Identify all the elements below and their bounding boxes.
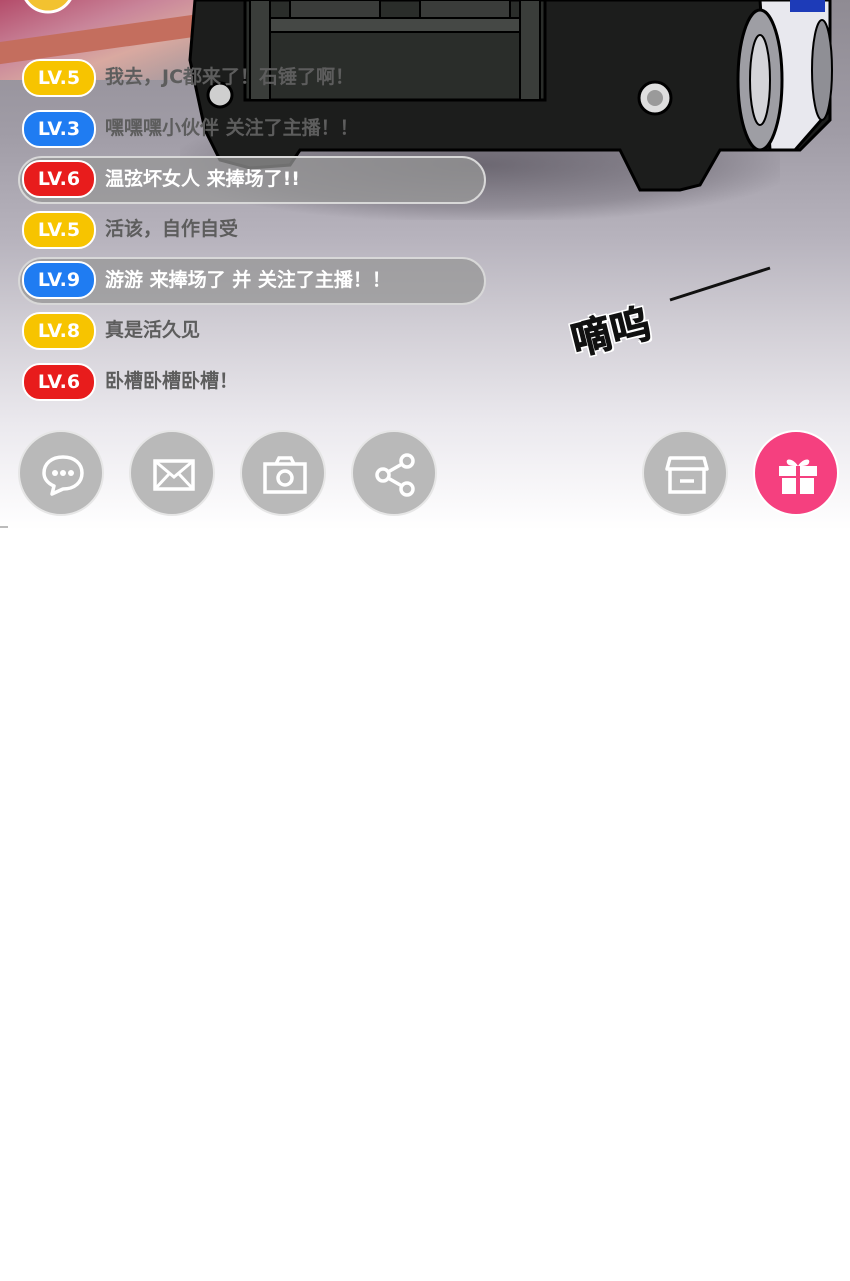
chat-message-text: 真是活久见 bbox=[105, 319, 201, 341]
chat-message-text: 卧槽卧槽卧槽！ bbox=[105, 370, 239, 392]
chat-bubble-icon bbox=[42, 455, 84, 496]
gift-button[interactable] bbox=[753, 430, 839, 516]
divider bbox=[0, 526, 8, 528]
live-toolbar bbox=[0, 428, 850, 520]
chat-message-text: 活该，自作自受 bbox=[105, 218, 239, 240]
level-badge: LV.5 bbox=[22, 59, 96, 97]
chat-message: LV.5 我去，JC都来了！石锤了啊！ bbox=[18, 56, 418, 100]
live-chat-list: LV.5 我去，JC都来了！石锤了啊！ LV.3 嘿嘿嘿小伙伴 关注了主播！！ … bbox=[0, 0, 850, 420]
level-badge: LV.6 bbox=[22, 363, 96, 401]
camera-icon bbox=[263, 456, 307, 494]
comment-button[interactable] bbox=[18, 430, 104, 516]
chat-message-highlighted: LV.9 游游 来捧场了 并 关注了主播！！ bbox=[18, 257, 486, 305]
share-button[interactable] bbox=[351, 430, 437, 516]
level-badge: LV.6 bbox=[22, 160, 96, 198]
message-button[interactable] bbox=[129, 430, 215, 516]
level-badge: LV.3 bbox=[22, 110, 96, 148]
chat-message-text: 我去，JC都来了！石锤了啊！ bbox=[105, 66, 355, 88]
chat-message-highlighted: LV.6 温弦坏女人 来捧场了!! bbox=[18, 156, 486, 204]
chat-message: LV.6 卧槽卧槽卧槽！ bbox=[18, 360, 418, 404]
chat-message: LV.5 活该，自作自受 bbox=[18, 208, 418, 252]
level-badge: LV.9 bbox=[22, 261, 96, 299]
store-icon bbox=[665, 456, 709, 494]
level-badge: LV.8 bbox=[22, 312, 96, 350]
chat-message: LV.3 嘿嘿嘿小伙伴 关注了主播！！ bbox=[18, 107, 418, 151]
chat-message: LV.8 真是活久见 bbox=[18, 309, 418, 353]
share-icon bbox=[375, 453, 415, 497]
envelope-icon bbox=[153, 459, 195, 491]
chat-message-text: 嘿嘿嘿小伙伴 关注了主播！！ bbox=[105, 117, 359, 139]
camera-button[interactable] bbox=[240, 430, 326, 516]
level-badge: LV.5 bbox=[22, 211, 96, 249]
chat-message-text: 游游 来捧场了 并 关注了主播！！ bbox=[105, 269, 391, 291]
chat-message-text: 温弦坏女人 来捧场了!! bbox=[105, 168, 300, 190]
gift-icon bbox=[779, 459, 817, 494]
shop-button[interactable] bbox=[642, 430, 728, 516]
